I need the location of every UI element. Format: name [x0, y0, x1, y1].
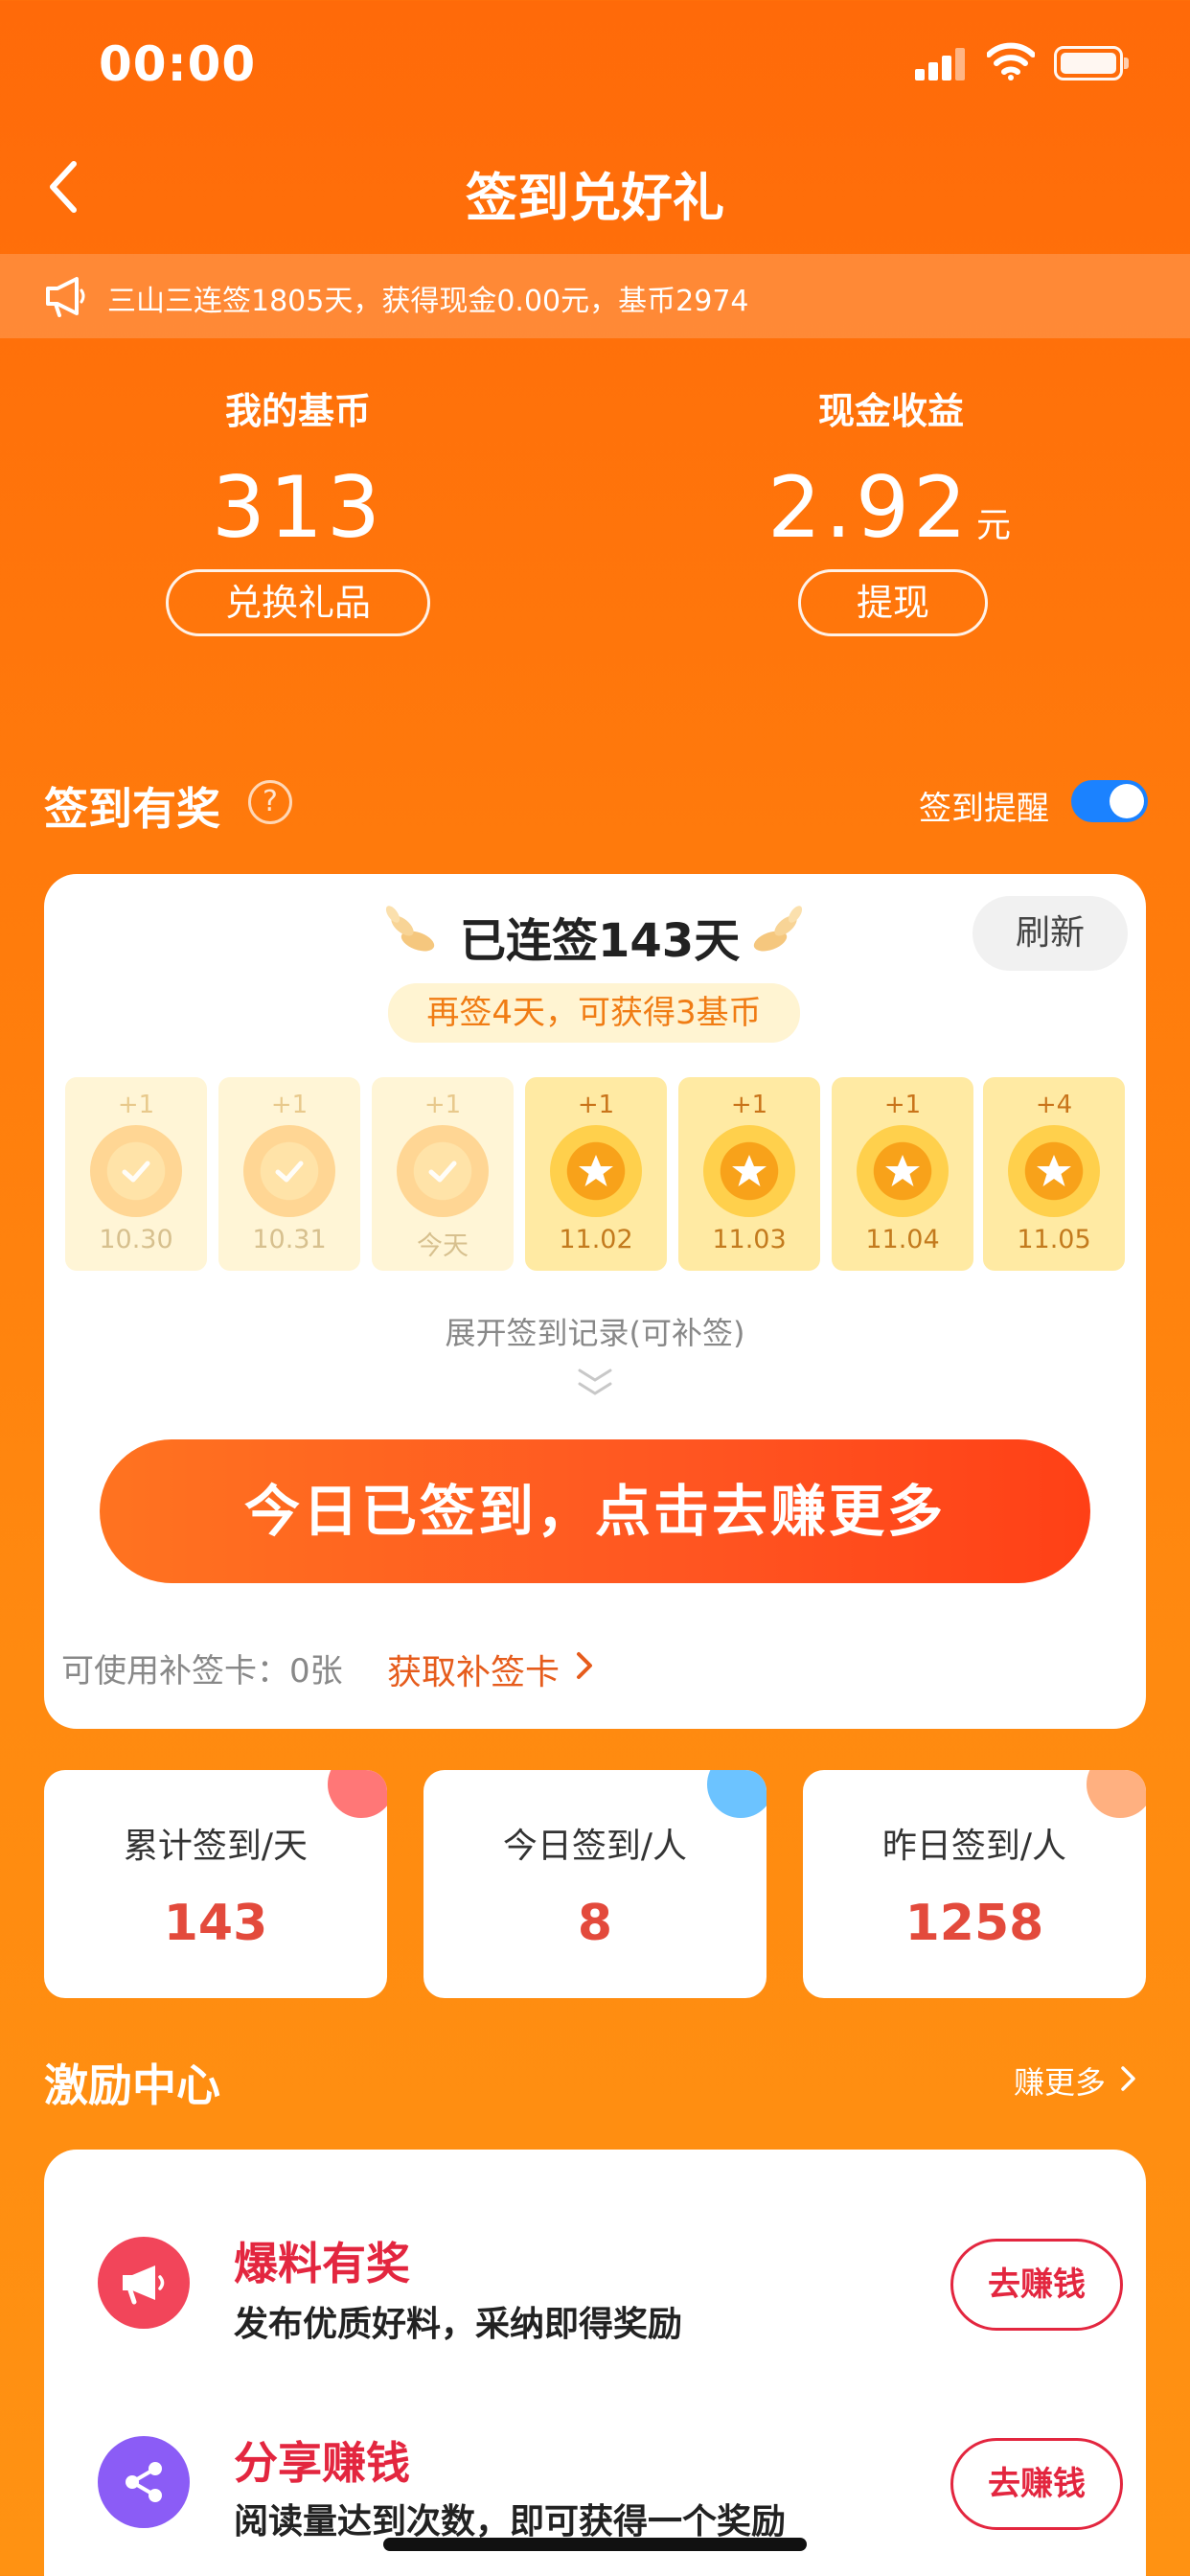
day-date: 11.04	[865, 1225, 940, 1254]
streak-title: 已连签143天	[460, 914, 741, 968]
get-makeup-card-link[interactable]: 获取补签卡	[387, 1644, 560, 1694]
cash-value: 2.92	[767, 458, 971, 557]
task-desc: 阅读量达到次数，即可获得一个奖励	[234, 2502, 787, 2542]
withdraw-button[interactable]: 提现	[798, 569, 988, 636]
star-coin-icon	[703, 1125, 795, 1217]
day-reward: +1	[423, 1091, 462, 1119]
check-icon	[397, 1125, 489, 1217]
go-earn-button[interactable]: 去赚钱	[950, 2239, 1123, 2331]
incentive-title: 激励中心	[44, 2059, 220, 2111]
cash-value-wrap: 2.92 元	[738, 458, 1044, 557]
day-reward: +4	[1035, 1091, 1073, 1119]
makeup-card-count: 可使用补签卡：0张	[61, 1652, 343, 1690]
day-date: 11.03	[712, 1225, 787, 1254]
check-icon	[90, 1125, 182, 1217]
status-time: 00:00	[99, 36, 257, 92]
check-icon	[243, 1125, 335, 1217]
day-date: 10.31	[252, 1225, 327, 1254]
laurel-right-icon	[753, 906, 803, 952]
megaphone-icon	[98, 2237, 190, 2329]
day-cell[interactable]: +1 11.04	[832, 1077, 973, 1271]
day-date: 今天	[417, 1231, 469, 1261]
notice-text: 三山三连签1805天，获得现金0.00元，基币2974	[107, 285, 749, 318]
task-title: 分享赚钱	[234, 2437, 410, 2489]
day-reward: +1	[117, 1091, 155, 1119]
star-coin-icon	[857, 1125, 949, 1217]
megaphone-icon	[46, 277, 85, 317]
bonus-tip: 再签4天，可获得3基币	[388, 983, 800, 1043]
stat-accent-dot	[707, 1770, 767, 1818]
refresh-button[interactable]: 刷新	[973, 896, 1128, 971]
reminder-label: 签到提醒	[919, 790, 1049, 828]
day-reward: +1	[270, 1091, 309, 1119]
home-indicator	[383, 2538, 807, 2551]
coins-label: 我的基币	[224, 390, 371, 432]
laurel-left-icon	[385, 906, 435, 952]
stat-card-today: 今日签到/人 8	[423, 1770, 767, 1998]
redeem-gift-button[interactable]: 兑换礼品	[166, 569, 430, 636]
earn-more-link[interactable]: 赚更多	[1014, 2058, 1106, 2103]
stat-label: 今日签到/人	[502, 1827, 688, 1866]
day-cell[interactable]: +1 11.03	[678, 1077, 820, 1271]
coins-value: 313	[212, 458, 384, 557]
star-coin-icon	[550, 1125, 642, 1217]
stat-value: 8	[577, 1895, 613, 1952]
stat-card-total-days: 累计签到/天 143	[44, 1770, 387, 1998]
stat-accent-dot	[1087, 1770, 1146, 1818]
task-desc: 发布优质好料，采纳即得奖励	[234, 2305, 683, 2344]
battery-icon	[1054, 46, 1129, 80]
stat-label: 累计签到/天	[123, 1827, 309, 1866]
share-icon	[98, 2436, 190, 2528]
day-cell[interactable]: +1 11.02	[525, 1077, 667, 1271]
checkin-section-title: 签到有奖	[44, 783, 220, 835]
wifi-icon	[987, 42, 1035, 80]
day-date: 11.05	[1017, 1225, 1091, 1254]
stat-value: 143	[163, 1895, 268, 1952]
page-title: 签到兑好礼	[466, 168, 724, 228]
task-title: 爆料有奖	[234, 2238, 410, 2289]
day-reward: +1	[883, 1091, 922, 1119]
day-cell[interactable]: +1 今天	[372, 1077, 514, 1271]
day-date: 11.02	[559, 1225, 633, 1254]
day-reward: +1	[730, 1091, 768, 1119]
cash-unit: 元	[975, 506, 1015, 545]
go-earn-button[interactable]: 去赚钱	[950, 2438, 1123, 2530]
day-cell[interactable]: +1 10.30	[65, 1077, 207, 1271]
earn-more-button[interactable]: 今日已签到，点击去赚更多	[100, 1439, 1090, 1583]
stat-label: 昨日签到/人	[881, 1827, 1067, 1866]
day-date: 10.30	[99, 1225, 173, 1254]
notice-bar: 三山三连签1805天，获得现金0.00元，基币2974	[0, 254, 1190, 338]
day-cell[interactable]: +1 10.31	[218, 1077, 360, 1271]
chevron-right-icon[interactable]	[573, 1646, 598, 1685]
double-chevron-down-icon[interactable]	[576, 1367, 614, 1399]
signal-icon	[915, 48, 965, 80]
stat-card-yesterday: 昨日签到/人 1258	[803, 1770, 1146, 1998]
day-cell[interactable]: +4 11.05	[983, 1077, 1125, 1271]
stat-accent-dot	[328, 1770, 387, 1818]
help-icon[interactable]: ?	[248, 780, 292, 824]
star-coin-icon	[1008, 1125, 1100, 1217]
chevron-right-icon[interactable]	[1119, 2062, 1138, 2095]
cash-label: 现金收益	[817, 390, 964, 432]
stat-value: 1258	[904, 1895, 1044, 1952]
day-reward: +1	[577, 1091, 615, 1119]
expand-records-link[interactable]: 展开签到记录(可补签)	[0, 1309, 1190, 1353]
reminder-toggle[interactable]	[1071, 780, 1148, 822]
